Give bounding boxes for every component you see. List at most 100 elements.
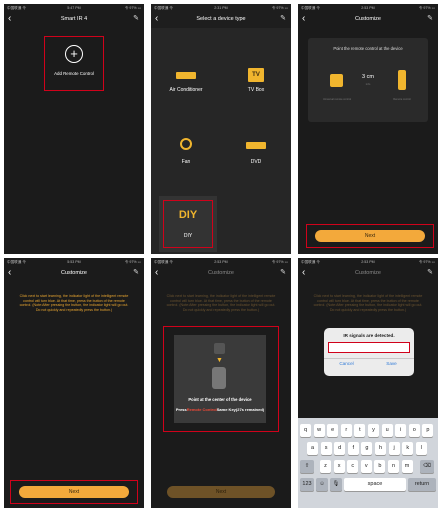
key-v[interactable]: v xyxy=(360,460,372,473)
key-p[interactable]: p xyxy=(422,424,434,437)
key-o[interactable]: o xyxy=(408,424,420,437)
page-title: Customize xyxy=(355,270,381,276)
add-remote-highlight[interactable]: + Add Remote Control xyxy=(44,36,104,91)
key-c[interactable]: c xyxy=(347,460,359,473)
add-remote-label[interactable]: Add Remote Control xyxy=(45,71,103,76)
save-dialog: IR signals are detected. Cancel Save xyxy=(324,328,414,376)
key-g[interactable]: g xyxy=(361,442,373,455)
battery: 令 97% ▭ xyxy=(124,6,141,10)
key-d[interactable]: d xyxy=(334,442,346,455)
edit-icon[interactable]: ✎ xyxy=(280,12,286,26)
fan-icon xyxy=(180,138,192,150)
clock: 5:47 PM xyxy=(67,6,81,10)
key-u[interactable]: u xyxy=(381,424,393,437)
key-i[interactable]: i xyxy=(395,424,407,437)
press-suffix: Same Key(27s remained) xyxy=(216,407,265,412)
point-prompt: Point the remote control at the device xyxy=(333,46,403,51)
name-input-highlight[interactable] xyxy=(328,342,410,353)
shift-key[interactable]: ⇧ xyxy=(300,460,314,473)
diy-highlight[interactable]: DIY DIY xyxy=(163,200,213,248)
universal-remote-icon xyxy=(330,74,343,87)
key-y[interactable]: y xyxy=(368,424,379,437)
next-button[interactable]: Next xyxy=(167,486,275,498)
device-tv-box[interactable]: TV TV Box xyxy=(221,28,291,103)
key-e[interactable]: e xyxy=(327,424,339,437)
edit-icon[interactable]: ✎ xyxy=(280,266,286,280)
dialog-title: IR signals are detected. xyxy=(343,333,395,338)
air-conditioner-icon xyxy=(176,72,196,79)
space-key[interactable]: space xyxy=(344,478,406,491)
tv-box-icon: TV xyxy=(248,68,264,82)
status-bar: 中国联通 令 2:53 PM 令 97% ▭ xyxy=(151,258,291,266)
battery: 令 97% ▭ xyxy=(124,260,141,264)
edit-icon[interactable]: ✎ xyxy=(427,12,433,26)
press-dialog-highlight: ▼ Point at the center of the device Pres… xyxy=(163,326,279,432)
clock: 2:53 PM xyxy=(361,6,375,10)
key-j[interactable]: j xyxy=(388,442,400,455)
key-f[interactable]: f xyxy=(347,442,359,455)
edit-icon[interactable]: ✎ xyxy=(427,266,433,280)
status-bar: 中国联通 令 2:53 PM 令 97% ▭ xyxy=(298,4,438,12)
next-highlight[interactable]: Next xyxy=(306,224,434,248)
device-diy-tile[interactable]: DIY DIY xyxy=(159,196,217,252)
numbers-key[interactable]: 123 xyxy=(300,478,314,491)
edit-icon[interactable]: ✎ xyxy=(133,12,139,26)
key-t[interactable]: t xyxy=(354,424,366,437)
dvd-icon xyxy=(246,142,266,149)
emoji-key[interactable]: ☺ xyxy=(316,478,328,491)
key-m[interactable]: m xyxy=(401,460,413,473)
next-button[interactable]: Next xyxy=(19,486,129,498)
delete-key[interactable]: ⌫ xyxy=(420,460,434,473)
diy-icon: DIY xyxy=(178,209,198,221)
device-label: DIY xyxy=(183,233,193,239)
learn-instructions: Click next to start learning, the indica… xyxy=(313,294,423,312)
status-bar: 中国联通 令 5:47 PM 令 97% ▭ xyxy=(4,4,144,12)
microphone-key[interactable]: 🎙 xyxy=(330,478,342,491)
key-b[interactable]: b xyxy=(374,460,386,473)
device-label: Air Conditioner xyxy=(169,87,203,93)
key-w[interactable]: w xyxy=(313,424,325,437)
device-fan[interactable]: Fan xyxy=(151,128,221,178)
universal-caption: Universal remote control xyxy=(322,98,352,101)
key-q[interactable]: q xyxy=(300,424,311,437)
battery: 令 97% ▭ xyxy=(418,6,435,10)
clock: 2:53 PM xyxy=(214,260,228,264)
screen-customize-save: 中国联通 令 2:53 PM 令 97% ▭ ‹ Customize ✎ Cli… xyxy=(298,258,438,508)
press-dialog: ▼ Point at the center of the device Pres… xyxy=(174,335,266,423)
name-input[interactable] xyxy=(330,344,406,350)
battery: 令 97% ▭ xyxy=(271,260,288,264)
status-bar: 中国联通 令 2:53 PM 令 97% ▭ xyxy=(298,258,438,266)
key-r[interactable]: r xyxy=(340,424,352,437)
clock: 2:31 PM xyxy=(214,6,228,10)
key-l[interactable]: l xyxy=(415,442,427,455)
cancel-button[interactable]: Cancel xyxy=(324,361,369,366)
next-highlight[interactable]: Next xyxy=(10,480,138,504)
key-a[interactable]: a xyxy=(307,442,318,455)
clock: 5:53 PM xyxy=(67,260,81,264)
device-dvd[interactable]: DVD xyxy=(221,128,291,178)
learn-instructions: Click next to start learning, the indica… xyxy=(19,294,129,312)
key-x[interactable]: x xyxy=(333,460,345,473)
clock: 2:53 PM xyxy=(361,260,375,264)
key-k[interactable]: k xyxy=(402,442,414,455)
device-air-conditioner[interactable]: Air Conditioner xyxy=(151,28,221,103)
edit-icon[interactable]: ✎ xyxy=(133,266,139,280)
return-key[interactable]: return xyxy=(408,478,436,491)
page-title: Customize xyxy=(61,270,87,276)
next-button[interactable]: Next xyxy=(315,230,425,242)
nav-bar: ‹ Select a device type ✎ xyxy=(151,12,291,26)
save-button[interactable]: Save xyxy=(369,361,414,366)
screen-customize-learn: 中国联通 令 5:53 PM 令 97% ▭ ‹ Customize ✎ Cli… xyxy=(4,258,144,508)
remote-caption: Remote control xyxy=(393,98,411,101)
screen-device-type: 中国联通 令 2:31 PM 令 97% ▭ ‹ Select a device… xyxy=(151,4,291,254)
dialog-divider xyxy=(324,358,414,359)
learn-instructions: Click next to start learning, the indica… xyxy=(166,294,276,312)
plus-icon[interactable]: + xyxy=(65,45,83,63)
point-center-text: Point at the center of the device xyxy=(188,397,252,402)
remote-icon xyxy=(398,70,406,90)
nav-bar: ‹ Customize ✎ xyxy=(298,12,438,26)
key-s[interactable]: s xyxy=(320,442,332,455)
key-z[interactable]: z xyxy=(320,460,331,473)
key-n[interactable]: n xyxy=(388,460,399,473)
key-h[interactable]: h xyxy=(375,442,386,455)
